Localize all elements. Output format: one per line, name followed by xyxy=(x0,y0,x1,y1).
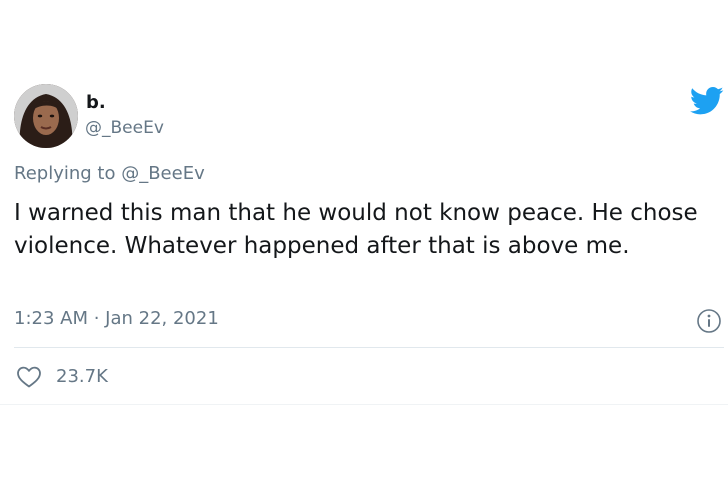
tweet-timestamp[interactable]: 1:23 AM · Jan 22, 2021 xyxy=(14,307,219,331)
display-name[interactable]: b. xyxy=(86,92,106,114)
tweet-card: b. @_BeeEv Replying to @_BeeEv I warned … xyxy=(0,0,728,485)
replying-to[interactable]: Replying to @_BeeEv xyxy=(14,162,205,186)
avatar-image xyxy=(14,84,78,148)
twitter-bird-icon[interactable] xyxy=(690,86,724,116)
avatar[interactable] xyxy=(14,84,78,148)
divider xyxy=(14,347,724,348)
info-icon[interactable] xyxy=(696,308,722,334)
divider-bottom xyxy=(0,404,728,405)
like-count[interactable]: 23.7K xyxy=(56,365,108,389)
heart-icon[interactable] xyxy=(16,365,42,389)
tweet-text: I warned this man that he would not know… xyxy=(14,200,698,259)
user-handle[interactable]: @_BeeEv xyxy=(85,117,164,139)
